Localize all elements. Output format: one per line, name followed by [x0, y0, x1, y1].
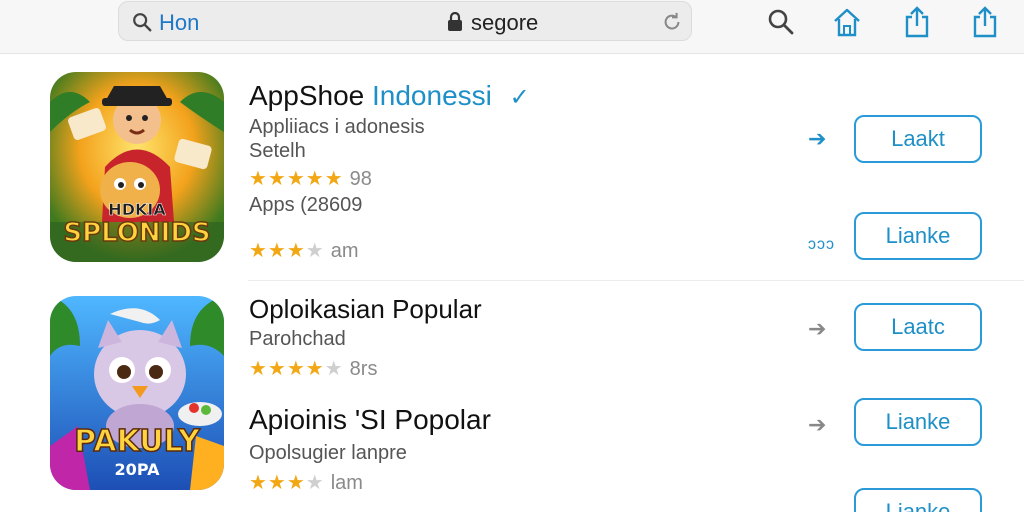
share-icon-2[interactable]: [970, 6, 1000, 38]
search-icon[interactable]: [766, 6, 796, 38]
star-rating: ★★★★★ 8rs: [249, 356, 377, 381]
reload-icon[interactable]: [661, 11, 683, 33]
rating-count: am: [330, 240, 359, 262]
icon-label-sub: 20PA: [114, 460, 160, 479]
address-bar[interactable]: Hon segore: [118, 1, 692, 41]
stars-icon: ★★★★: [249, 472, 325, 494]
icon-label-top: HDKIA: [108, 200, 166, 220]
stars-icon: ★★★★★: [249, 168, 344, 190]
stars-icon: ★★★★★: [249, 358, 344, 380]
share-icon[interactable]: [902, 6, 932, 38]
rating-count: 98: [349, 168, 372, 190]
app-category: Setelh: [249, 140, 306, 162]
search-icon: [133, 13, 152, 32]
app-subtitle: Parohchad: [249, 328, 346, 350]
get-button[interactable]: Laatc: [854, 303, 982, 351]
app-subtitle: Appliiacs i adonesis: [249, 116, 425, 138]
app-subtitle: Opolsugier lanpre: [249, 442, 407, 464]
rating-count: 8rs: [349, 358, 378, 380]
url-text: segore: [471, 10, 539, 35]
star-rating: ★★★★ am: [249, 238, 359, 263]
browser-toolbar: Hon segore: [0, 0, 1024, 54]
stars-icon: ★★★★: [249, 240, 325, 262]
chevron-right-icon[interactable]: ➔: [808, 126, 826, 152]
app-icon-pakuly[interactable]: PAKULY 20PA: [50, 296, 224, 490]
app-title-accent: Indonessi: [372, 80, 492, 111]
app-title-main: AppShoe: [249, 80, 365, 111]
star-rating: ★★★★ lam: [249, 470, 363, 495]
rating-count: lam: [330, 472, 363, 494]
app-title[interactable]: Oploikasian Popular: [249, 294, 482, 325]
get-button[interactable]: Lianke: [854, 212, 982, 260]
lock-icon: [448, 12, 462, 31]
app-title[interactable]: Apioinis 'SI Popolar: [249, 404, 491, 436]
verified-icon: ✓: [509, 84, 530, 111]
app-title[interactable]: AppShoe Indonessi ✓: [249, 80, 530, 112]
icon-label-main: SPLONIDS: [63, 217, 212, 249]
chevron-right-icon[interactable]: ➔: [808, 316, 826, 342]
get-button[interactable]: Lianke: [854, 398, 982, 446]
star-rating: ★★★★★ 98: [249, 166, 372, 191]
apps-count: Apps (28609: [249, 194, 363, 216]
app-icon-splonids[interactable]: HDKIA SPLONIDS: [50, 72, 224, 262]
get-button[interactable]: Lianke: [854, 488, 982, 512]
search-query-text: Hon: [159, 10, 200, 35]
home-icon[interactable]: [832, 6, 862, 38]
get-button[interactable]: Laakt: [854, 115, 982, 163]
row-divider: [248, 280, 1024, 281]
icon-label-main: PAKULY: [73, 423, 200, 460]
chevron-right-icon[interactable]: ➔: [808, 412, 826, 438]
more-dots-icon[interactable]: ɔɔɔ: [808, 236, 835, 254]
